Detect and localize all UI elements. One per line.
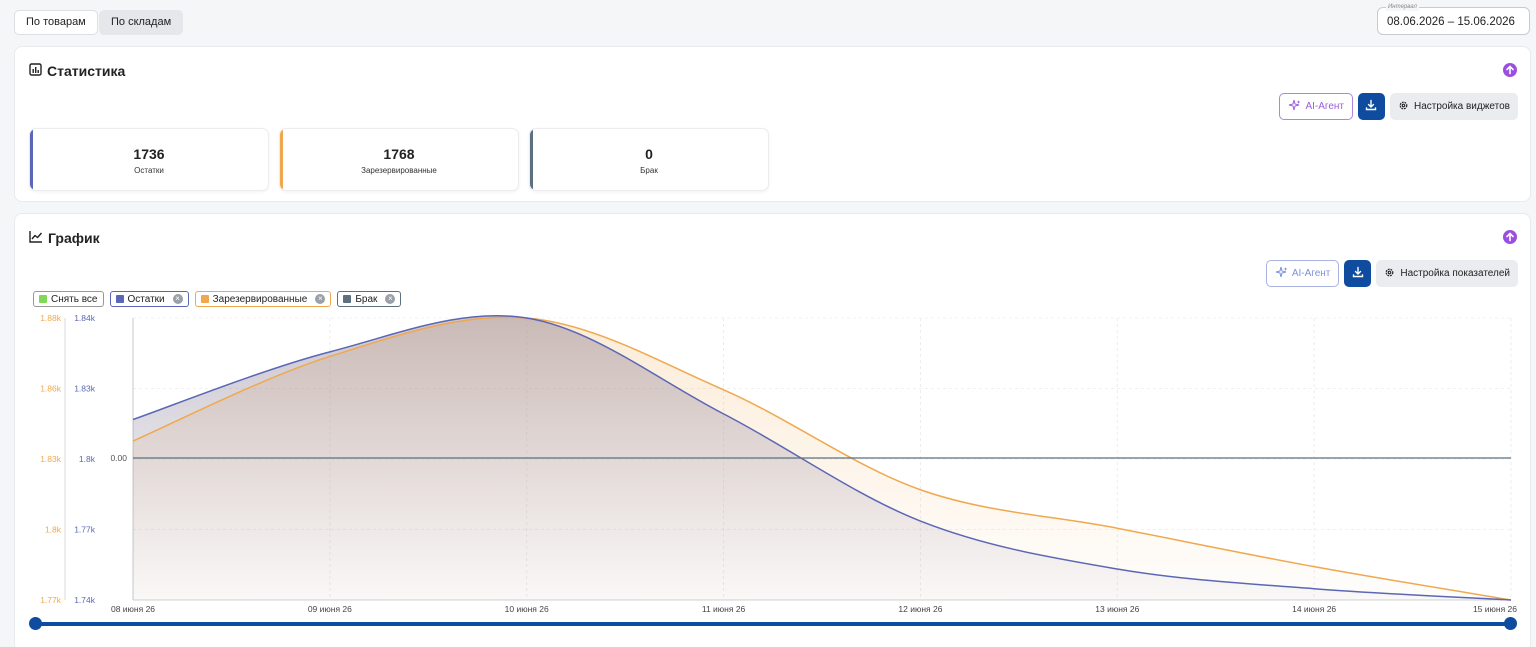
stat-value: 1736 bbox=[133, 146, 165, 162]
stat-caption: Брак bbox=[640, 166, 658, 175]
tab-by-warehouses[interactable]: По складам bbox=[99, 10, 184, 35]
x-tick-label: 08 июня 26 bbox=[111, 604, 155, 614]
stat-value: 1768 bbox=[383, 146, 415, 162]
y1-tick-label: 1.74k bbox=[74, 595, 96, 605]
range-end-handle[interactable] bbox=[1504, 617, 1517, 630]
chart-panel: График AI-Агент Настройка показателей Сн… bbox=[14, 213, 1531, 647]
stats-toolbar: AI-Агент Настройка виджетов bbox=[1279, 93, 1518, 120]
interval-value: 08.06.2026 – 15.06.2026 bbox=[1387, 16, 1515, 28]
stat-card-defect: 0 Брак bbox=[529, 128, 769, 191]
y1-tick-label: 1.8k bbox=[79, 454, 96, 464]
stats-chart-icon bbox=[29, 63, 42, 79]
x-tick-label: 09 июня 26 bbox=[308, 604, 352, 614]
statistics-title-text: Статистика bbox=[47, 63, 126, 79]
y2-tick-label: 1.86k bbox=[40, 384, 62, 394]
widget-settings-button[interactable]: Настройка виджетов bbox=[1389, 93, 1518, 120]
interval-label: Интервал bbox=[1386, 3, 1419, 11]
x-tick-label: 15 июня 26 bbox=[1473, 604, 1517, 614]
x-tick-label: 11 июня 26 bbox=[702, 604, 746, 614]
ai-agent-label: AI-Агент bbox=[1305, 101, 1344, 112]
stat-caption: Остатки bbox=[134, 166, 164, 175]
y1-tick-label: 1.84k bbox=[74, 313, 96, 323]
widget-settings-label: Настройка виджетов bbox=[1413, 101, 1510, 112]
stat-card-reserved: 1768 Зарезервированные bbox=[279, 128, 519, 191]
gear-icon bbox=[1398, 100, 1409, 114]
download-icon bbox=[1365, 98, 1377, 116]
interval-picker[interactable]: Интервал 08.06.2026 – 15.06.2026 bbox=[1377, 3, 1530, 35]
x-tick-label: 10 июня 26 bbox=[505, 604, 549, 614]
range-slider[interactable] bbox=[29, 617, 1517, 630]
stat-card-remains: 1736 Остатки bbox=[29, 128, 269, 191]
y3-tick-label: 0.00 bbox=[110, 453, 127, 463]
statistics-panel: Статистика AI-Агент Настройка виджетов 1… bbox=[14, 46, 1531, 202]
y2-tick-label: 1.77k bbox=[40, 595, 62, 605]
y1-tick-label: 1.77k bbox=[74, 525, 96, 535]
sparkles-icon bbox=[1288, 99, 1301, 115]
y1-tick-label: 1.83k bbox=[74, 384, 96, 394]
y2-tick-label: 1.83k bbox=[40, 454, 62, 464]
x-tick-label: 13 июня 26 bbox=[1095, 604, 1139, 614]
download-button[interactable] bbox=[1357, 93, 1385, 120]
x-tick-label: 14 июня 26 bbox=[1292, 604, 1336, 614]
x-tick-label: 12 июня 26 bbox=[898, 604, 942, 614]
area-chart: 0.00 1.84k 1.83k 1.8k 1.77k 1.74k 1.88k 1.86k 1.… bbox=[40, 313, 1517, 614]
ai-agent-button[interactable]: AI-Агент bbox=[1279, 93, 1353, 120]
y2-tick-label: 1.8k bbox=[45, 525, 62, 535]
range-start-handle[interactable] bbox=[29, 617, 42, 630]
statistics-title: Статистика bbox=[29, 63, 125, 79]
tab-by-products[interactable]: По товарам bbox=[14, 10, 98, 35]
collapse-up-icon[interactable] bbox=[1503, 63, 1517, 77]
stat-value: 0 bbox=[645, 146, 653, 162]
y2-tick-label: 1.88k bbox=[40, 313, 62, 323]
stat-caption: Зарезервированные bbox=[361, 166, 437, 175]
